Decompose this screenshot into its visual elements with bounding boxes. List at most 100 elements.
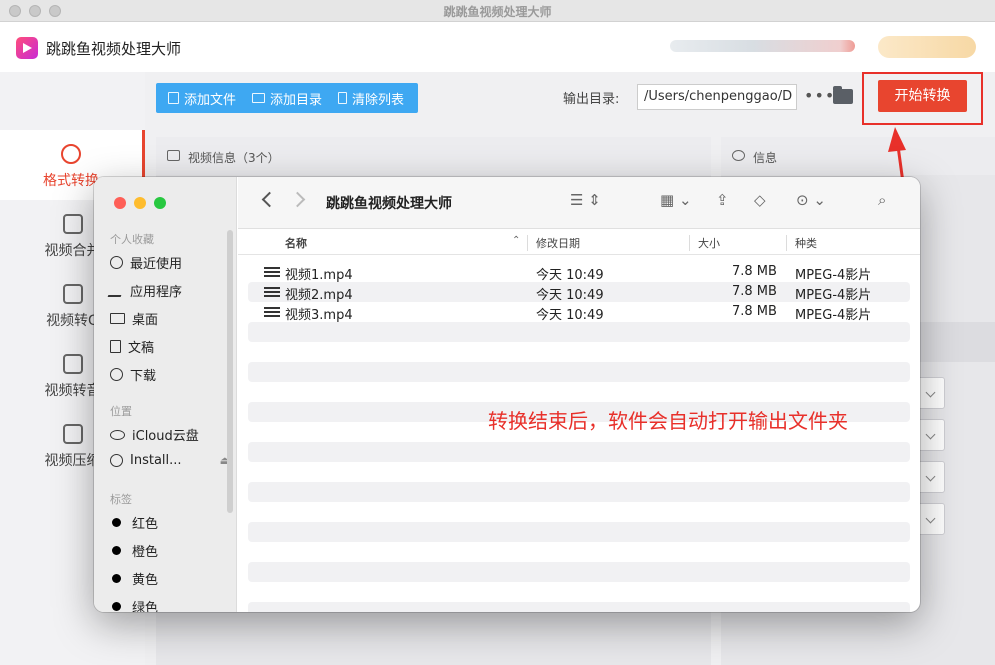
finder-title: 跳跳鱼视频处理大师 [326, 196, 452, 212]
sidebar-item-icloud[interactable]: iCloud云盘 [110, 425, 230, 444]
clear-list-button[interactable]: 清除列表 [338, 89, 404, 108]
item-label: iCloud云盘 [132, 429, 199, 444]
column-kind[interactable]: 种类 [795, 235, 817, 251]
file-kind: MPEG-4影片 [795, 268, 872, 283]
item-label: 桌面 [132, 313, 159, 328]
item-label: 红色 [132, 517, 159, 532]
file-list: 视频1.mp4 今天 10:49 7.8 MB MPEG-4影片 视频2.mp4… [248, 262, 910, 323]
empty-row [248, 322, 910, 342]
compress-icon [62, 424, 83, 444]
add-directory-button[interactable]: 添加目录 [252, 89, 322, 108]
sidebar-item-applications[interactable]: 应用程序 [107, 281, 230, 300]
empty-row [248, 562, 910, 582]
tag-icon[interactable]: ◇ [754, 191, 766, 209]
file-size: 7.8 MB [732, 304, 777, 319]
sidebar-item-recents[interactable]: 最近使用 [110, 253, 230, 272]
output-directory-label: 输出目录: [563, 92, 620, 107]
sidebar-item-documents[interactable]: 文稿 [110, 337, 230, 356]
setting-select[interactable] [917, 461, 945, 493]
file-kind: MPEG-4影片 [795, 288, 872, 303]
item-label: 绿色 [132, 601, 159, 612]
file-name: 视频1.mp4 [285, 268, 353, 283]
file-icon [168, 92, 179, 104]
tag-dot-icon [112, 546, 121, 555]
sidebar-scrollbar[interactable] [227, 230, 233, 513]
search-icon[interactable]: ⌕ [878, 191, 886, 209]
sidebar-tag-red[interactable]: 红色 [110, 513, 230, 532]
column-divider [786, 235, 787, 251]
finder-minimize-button[interactable] [134, 197, 146, 209]
title-bar: 跳跳鱼视频处理大师 [0, 0, 995, 22]
group-view-icon[interactable]: ▦ ⌄ [660, 191, 692, 209]
add-file-label: 添加文件 [184, 92, 237, 108]
list-view-icon[interactable]: ☰ ⇕ [570, 191, 601, 209]
add-file-button[interactable]: 添加文件 [168, 89, 236, 108]
sidebar-tag-yellow[interactable]: 黄色 [110, 569, 230, 588]
back-button[interactable] [261, 191, 278, 208]
file-name: 视频3.mp4 [285, 308, 353, 323]
gear-icon [732, 150, 745, 161]
clear-list-label: 清除列表 [352, 92, 405, 108]
empty-row [248, 522, 910, 542]
empty-row [248, 362, 910, 382]
vip-badge[interactable] [878, 36, 976, 58]
empty-row [248, 442, 910, 462]
window-title: 跳跳鱼视频处理大师 [443, 5, 552, 19]
output-directory-field[interactable]: /Users/chenpenggao/D [637, 84, 797, 110]
file-name: 视频2.mp4 [285, 288, 353, 303]
tag-dot-icon [112, 602, 121, 611]
app-header: 跳跳鱼视频处理大师 [0, 22, 995, 72]
setting-select[interactable] [917, 503, 945, 535]
info-header: 信息 [721, 137, 995, 175]
finder-window: 个人收藏 最近使用 应用程序 桌面 文稿 下载 位置 iCloud云盘 Inst… [94, 177, 920, 612]
file-date: 今天 10:49 [536, 288, 604, 303]
sidebar-tag-green[interactable]: 绿色 [110, 597, 230, 612]
file-size: 7.8 MB [732, 284, 777, 299]
locations-heading: 位置 [110, 405, 132, 418]
video-file-icon [264, 287, 280, 297]
item-label: 最近使用 [130, 257, 183, 272]
file-size: 7.8 MB [732, 264, 777, 279]
file-row[interactable]: 视频2.mp4 今天 10:49 7.8 MB MPEG-4影片 [248, 282, 910, 303]
setting-select[interactable] [917, 377, 945, 409]
finder-close-button[interactable] [114, 197, 126, 209]
info-title: 信息 [753, 151, 778, 165]
sidebar-item-desktop[interactable]: 桌面 [110, 309, 230, 328]
audio-icon [62, 354, 83, 374]
item-label: 橙色 [132, 545, 159, 560]
file-kind: MPEG-4影片 [795, 308, 872, 323]
add-directory-label: 添加目录 [270, 92, 323, 108]
column-size[interactable]: 大小 [698, 235, 720, 251]
account-area[interactable] [670, 40, 855, 52]
favorites-heading: 个人收藏 [110, 233, 154, 246]
app-name: 跳跳鱼视频处理大师 [46, 40, 182, 58]
more-options-button[interactable]: ••• [804, 86, 835, 105]
apps-icon [107, 284, 126, 297]
annotation-notice: 转换结束后，软件会自动打开输出文件夹 [488, 409, 848, 433]
sidebar-tag-orange[interactable]: 橙色 [110, 541, 230, 560]
item-label: 黄色 [132, 573, 159, 588]
file-toolbar: 添加文件 添加目录 清除列表 [156, 83, 418, 113]
clock-icon [110, 256, 123, 269]
setting-select[interactable] [917, 419, 945, 451]
app-logo-icon [16, 37, 38, 59]
empty-row [248, 602, 910, 612]
column-name[interactable]: 名称 [285, 235, 307, 251]
file-row[interactable]: 视频1.mp4 今天 10:49 7.8 MB MPEG-4影片 [248, 262, 910, 283]
sidebar-item-downloads[interactable]: 下载 [110, 365, 230, 384]
sidebar-item-installer[interactable]: Install... ⏏ [110, 453, 230, 468]
forward-button[interactable] [289, 191, 306, 208]
start-convert-button[interactable]: 开始转换 [878, 80, 967, 112]
open-folder-icon[interactable] [833, 86, 853, 104]
document-icon [110, 340, 121, 353]
sort-chevron-icon[interactable]: ⌃ [512, 235, 520, 246]
finder-sidebar: 个人收藏 最近使用 应用程序 桌面 文稿 下载 位置 iCloud云盘 Inst… [94, 177, 237, 612]
file-row[interactable]: 视频3.mp4 今天 10:49 7.8 MB MPEG-4影片 [248, 302, 910, 323]
more-actions-icon[interactable]: ⊙ ⌄ [796, 191, 826, 209]
share-icon[interactable]: ⇪ [716, 191, 729, 209]
column-header: 名称 ⌃ 修改日期 大小 种类 [238, 229, 920, 255]
finder-zoom-button[interactable] [154, 197, 166, 209]
disk-icon [110, 454, 123, 467]
item-label: 文稿 [128, 341, 155, 356]
column-date[interactable]: 修改日期 [536, 235, 580, 251]
